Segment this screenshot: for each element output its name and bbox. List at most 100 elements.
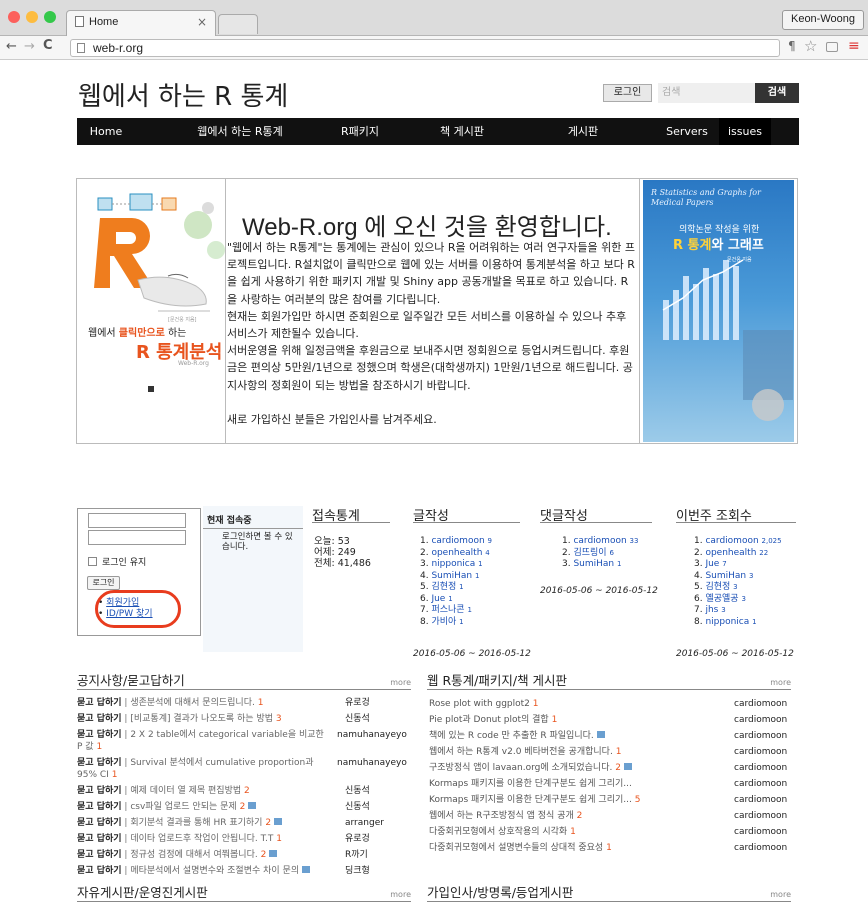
- row-title[interactable]: 데이타 업로드후 작업이 안됩니다. T.T: [130, 834, 273, 844]
- nav-home[interactable]: Home: [77, 118, 135, 145]
- book-cover-r-graphs[interactable]: R Statistics and Graphs for Medical Pape…: [641, 180, 796, 442]
- user-link[interactable]: Jue: [431, 594, 445, 604]
- site-title[interactable]: 웹에서 하는 R 통계: [78, 76, 288, 113]
- table-row[interactable]: 묻고 답하기 | Survival 분석에서 cumulative propor…: [77, 757, 332, 781]
- table-row[interactable]: Kormaps 패키지를 이용한 단계구분도 쉽게 그리기...: [429, 778, 632, 790]
- row-title[interactable]: 웹에서 하는 R통계 v2.0 베타버전을 공개합니다.: [429, 747, 613, 757]
- book-cover-r-stats[interactable]: [문건웅 지음] 웹에서 클릭만으로 하는 R 통계분석 Web-R.org: [78, 180, 225, 442]
- table-row[interactable]: Kormaps 패키지를 이용한 단계구분도 쉽게 그리기... 5: [429, 794, 640, 806]
- user-link[interactable]: nipponica: [431, 559, 475, 569]
- user-link[interactable]: 옐공옐공: [705, 594, 738, 604]
- close-window-icon[interactable]: [8, 11, 20, 23]
- row-title[interactable]: Rose plot with ggplot2: [429, 699, 530, 709]
- row-title[interactable]: 책에 있는 R code 만 추출한 R 파일입니다.: [429, 731, 594, 741]
- user-link[interactable]: jhs: [705, 605, 718, 615]
- forward-arrow-icon[interactable]: →: [24, 39, 35, 54]
- menu-icon[interactable]: ≡: [848, 38, 860, 54]
- row-title[interactable]: 생존분석에 대해서 문의드립니다.: [130, 698, 255, 708]
- table-row[interactable]: 묻고 답하기 | 2 X 2 table에서 categorical varia…: [77, 729, 332, 753]
- user-link[interactable]: openhealth: [431, 548, 482, 558]
- row-title[interactable]: Kormaps 패키지를 이용한 단계구분도 쉽게 그리기...: [429, 795, 632, 805]
- minimize-window-icon[interactable]: [26, 11, 38, 23]
- row-title[interactable]: [비교통계] 결과가 나오도록 하는 방법: [130, 714, 273, 724]
- row-title[interactable]: 메타분석에서 설명변수와 조절변수 차이 문의: [130, 866, 299, 876]
- row-title[interactable]: 다중회귀모형에서 설명변수들의 상대적 중요성: [429, 843, 603, 853]
- row-title[interactable]: 회기분석 결과를 통해 HR 표기하기: [130, 818, 262, 828]
- password-input[interactable]: [88, 530, 186, 545]
- notice-title[interactable]: 공지사항/묻고답하기: [77, 670, 185, 689]
- user-link[interactable]: cardiomoon: [705, 536, 758, 546]
- user-link[interactable]: 퍼스나콘: [431, 605, 464, 615]
- nav-issues[interactable]: issues: [719, 118, 771, 145]
- nav-r-packages[interactable]: R패키지: [325, 118, 395, 145]
- reload-icon[interactable]: C: [43, 38, 53, 53]
- row-title[interactable]: Pie plot과 Donut plot의 결합: [429, 715, 549, 725]
- row-title[interactable]: 정규성 검정에 대해서 여쭤봅니다.: [130, 850, 257, 860]
- profile-button[interactable]: Keon-Woong: [781, 10, 864, 30]
- table-row[interactable]: 묻고 답하기 | 메타분석에서 설명변수와 조절변수 차이 문의: [77, 865, 310, 877]
- user-link[interactable]: Jue: [705, 559, 719, 569]
- table-row[interactable]: 묻고 답하기 | 생존분석에 대해서 문의드립니다. 1: [77, 697, 263, 709]
- row-title[interactable]: 구조방정식 앱이 lavaan.org에 소개되었습니다.: [429, 763, 612, 773]
- books-board-title[interactable]: 웹 R통계/패키지/책 게시판: [427, 670, 567, 689]
- user-link[interactable]: 가비아: [431, 617, 456, 627]
- table-row[interactable]: 묻고 답하기 | 예제 데이터 열 제목 편집방법 2: [77, 785, 250, 797]
- row-title[interactable]: Kormaps 패키지를 이용한 단계구분도 쉽게 그리기...: [429, 779, 632, 789]
- count: 3: [721, 606, 726, 614]
- table-row[interactable]: 다중회귀모형에서 설명변수들의 상대적 중요성 1: [429, 842, 612, 854]
- books-board-more-link[interactable]: more: [770, 678, 791, 687]
- row-title[interactable]: 예제 데이터 열 제목 편집방법: [130, 786, 241, 796]
- table-row[interactable]: 묻고 답하기 | [비교통계] 결과가 나오도록 하는 방법 3: [77, 713, 282, 725]
- new-tab-button[interactable]: [218, 14, 258, 34]
- guest-board-more-link[interactable]: more: [770, 890, 791, 899]
- table-row[interactable]: 책에 있는 R code 만 추출한 R 파일입니다.: [429, 730, 605, 742]
- table-row[interactable]: 묻고 답하기 | 정규성 검정에 대해서 여쭤봅니다. 2: [77, 849, 278, 861]
- user-link[interactable]: cardiomoon: [573, 536, 626, 546]
- user-link[interactable]: 김현정: [705, 582, 730, 592]
- url-field[interactable]: web-r.org: [70, 39, 780, 57]
- divider: |: [124, 866, 128, 876]
- notice-more-link[interactable]: more: [390, 678, 411, 687]
- username-input[interactable]: [88, 513, 186, 528]
- free-board-title[interactable]: 자유게시판/운영진게시판: [77, 882, 208, 901]
- nav-servers[interactable]: Servers: [657, 118, 717, 145]
- keep-login-checkbox[interactable]: [88, 557, 97, 566]
- row-title[interactable]: 웹에서 하는 R구조방정식 앱 정식 공개: [429, 811, 574, 821]
- user-link[interactable]: 김뜨링이: [573, 548, 606, 558]
- cast-icon[interactable]: [826, 42, 838, 52]
- user-link[interactable]: cardiomoon: [431, 536, 484, 546]
- user-link[interactable]: SumiHan: [705, 571, 746, 581]
- tab-close-icon[interactable]: ×: [197, 15, 207, 29]
- table-row[interactable]: 묻고 답하기 | 데이타 업로드후 작업이 안됩니다. T.T 1: [77, 833, 282, 845]
- row-title[interactable]: csv파일 업로드 안되는 문제: [130, 802, 236, 812]
- table-row[interactable]: 묻고 답하기 | 회기분석 결과를 통해 HR 표기하기 2: [77, 817, 282, 829]
- table-row[interactable]: Pie plot과 Donut plot의 결합 1: [429, 714, 557, 726]
- header-login-button[interactable]: 로그인: [603, 84, 652, 102]
- maximize-window-icon[interactable]: [44, 11, 56, 23]
- row-title[interactable]: 다중회귀모형에서 상호작용의 시각화: [429, 827, 567, 837]
- table-row[interactable]: 웹에서 하는 R통계 v2.0 베타버전을 공개합니다. 1: [429, 746, 621, 758]
- back-arrow-icon[interactable]: ←: [6, 39, 17, 54]
- guest-board-title[interactable]: 가입인사/방명록/등업게시판: [427, 882, 573, 901]
- search-button[interactable]: 검색: [755, 83, 799, 103]
- table-row[interactable]: 묻고 답하기 | csv파일 업로드 안되는 문제 2: [77, 801, 257, 813]
- user-link[interactable]: 김현정: [431, 582, 456, 592]
- comments-period: 2016-05-06 ~ 2016-05-12: [540, 586, 658, 596]
- login-button[interactable]: 로그인: [87, 576, 120, 590]
- bookmark-star-icon[interactable]: ☆: [804, 37, 817, 55]
- extension-icon[interactable]: ¶: [788, 39, 796, 53]
- user-link[interactable]: openhealth: [705, 548, 756, 558]
- table-row[interactable]: Rose plot with ggplot2 1: [429, 698, 539, 710]
- user-link[interactable]: SumiHan: [573, 559, 614, 569]
- user-link[interactable]: nipponica: [705, 617, 749, 627]
- nav-board[interactable]: 게시판: [553, 118, 613, 145]
- table-row[interactable]: 다중회귀모형에서 상호작용의 시각화 1: [429, 826, 576, 838]
- nav-web-r-stats[interactable]: 웹에서 하는 R통계: [185, 118, 295, 145]
- table-row[interactable]: 구조방정식 앱이 lavaan.org에 소개되었습니다. 2: [429, 762, 632, 774]
- user-link[interactable]: SumiHan: [431, 571, 472, 581]
- search-input[interactable]: 검색: [658, 83, 755, 103]
- table-row[interactable]: 웹에서 하는 R구조방정식 앱 정식 공개 2: [429, 810, 582, 822]
- nav-book-board[interactable]: 책 게시판: [427, 118, 497, 145]
- browser-tab-home[interactable]: Home ×: [66, 10, 216, 36]
- free-board-more-link[interactable]: more: [390, 890, 411, 899]
